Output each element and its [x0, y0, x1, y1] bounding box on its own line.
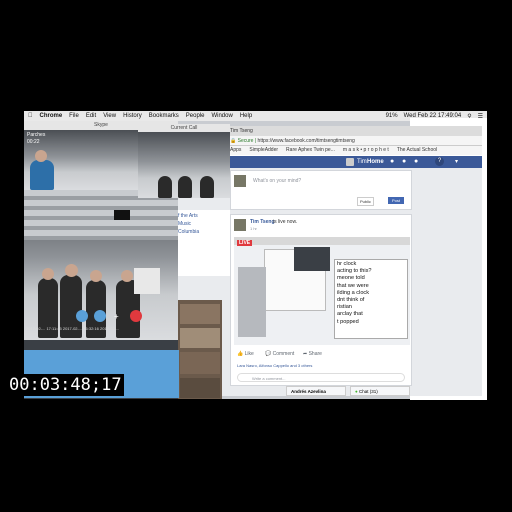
text-overlay: hr clock acting to this? meone told that…	[334, 259, 408, 339]
group-call-title: Current Call	[138, 124, 230, 132]
video-toggle-icon[interactable]	[76, 310, 88, 322]
help-icon[interactable]: ?	[435, 157, 444, 166]
post-time[interactable]: 1 hr	[250, 226, 257, 231]
caller-name: Parches	[27, 132, 46, 138]
bookmark-item[interactable]: Rare Aphex Twin pe...	[286, 146, 335, 155]
video-toolbar	[234, 237, 410, 245]
menu-history[interactable]: History	[123, 113, 142, 119]
menu-app-name[interactable]: Chrome	[40, 113, 63, 119]
nav-home[interactable]: Home	[367, 159, 384, 165]
post-status: is live now.	[273, 219, 298, 225]
post-button[interactable]: Post	[388, 197, 405, 204]
avatar[interactable]	[346, 158, 354, 166]
overlay-line: arclay that	[337, 311, 363, 318]
whiteboard	[134, 268, 160, 294]
post-author[interactable]: Tim Tseng	[250, 219, 275, 225]
chevron-down-icon[interactable]: ▾	[455, 158, 458, 165]
menu-window[interactable]: Window	[211, 113, 232, 119]
overlay-line: meone told	[337, 275, 365, 282]
overlay-line: hr clock	[337, 261, 357, 267]
chat-button[interactable]: ● Chat (31)	[350, 386, 410, 396]
overlay-line: dnt think of	[337, 297, 365, 304]
live-badge: LIVE	[237, 240, 253, 246]
overlay-line: t popped	[337, 318, 359, 325]
video-timecode: 00:03:48;17	[7, 374, 124, 396]
nav-profile-name[interactable]: Tim	[357, 159, 367, 165]
group-call-panel: Current Call	[138, 124, 230, 198]
menu-people[interactable]: People	[186, 113, 205, 119]
overlay-line: acting to this?	[337, 268, 372, 275]
projector	[114, 210, 130, 220]
photo-thumbnail[interactable]	[180, 304, 220, 324]
like-button[interactable]: 👍 Like	[237, 351, 254, 357]
reactions-summary[interactable]: Lara Nasro, Alfonso Cappello and 3 other…	[237, 363, 312, 368]
news-feed: What's on your mind? Public Post Tim Tse…	[178, 168, 482, 396]
photo-thumbnail[interactable]	[180, 328, 220, 348]
share-label: Share	[308, 351, 322, 357]
avatar	[234, 175, 246, 187]
overlay-line: ristian	[337, 304, 352, 311]
overlay-line: that we were	[337, 282, 369, 289]
avatar	[234, 219, 246, 231]
mic-icon[interactable]	[94, 310, 106, 322]
menu-bookmarks[interactable]: Bookmarks	[149, 113, 179, 119]
status-composer: What's on your mind? Public Post	[230, 170, 412, 210]
apple-icon[interactable]: 	[28, 113, 33, 119]
sidebar-link[interactable]: Columbia	[178, 228, 230, 236]
bookmark-item[interactable]: SimpleAdder	[249, 146, 278, 155]
bookmark-item[interactable]: m a s k • p r o p h e t	[343, 146, 389, 155]
lock-icon: 🔒	[230, 138, 237, 144]
group-call-video	[138, 132, 230, 198]
share-button[interactable]: ➦ Share	[303, 351, 322, 357]
menu-file[interactable]: File	[69, 113, 79, 119]
tab-facebook[interactable]: Tim Tseng	[230, 128, 253, 134]
menu-view[interactable]: View	[103, 113, 116, 119]
video-thumbnail	[294, 247, 330, 271]
sidebar-link[interactable]: f the Arts	[178, 212, 230, 220]
messages-icon[interactable]: ●	[402, 158, 406, 165]
bookmark-item[interactable]: Apps	[230, 146, 241, 155]
live-video[interactable]: hr clock acting to this? meone told that…	[234, 237, 410, 345]
photo-thumbnail[interactable]	[180, 352, 220, 374]
call-duration: 00:22	[27, 139, 40, 145]
chat-label: Chat (31)	[358, 389, 378, 394]
sidebar-panel	[238, 267, 266, 337]
friends-icon[interactable]: ●	[390, 158, 394, 165]
battery-indicator[interactable]: 91%	[386, 113, 398, 120]
chat-contact-tab[interactable]: Andrés Azevlina	[286, 386, 346, 396]
overlay-line: ilding a clock	[337, 289, 370, 296]
menu-edit[interactable]: Edit	[86, 113, 96, 119]
like-label: Like	[244, 351, 254, 357]
add-icon[interactable]: +	[114, 312, 119, 321]
composer-input[interactable]: What's on your mind?	[253, 178, 301, 184]
sidebar-links: f the Arts Music Columbia	[178, 210, 230, 276]
sidebar-link[interactable]: Music	[178, 220, 230, 228]
secure-label: Secure	[237, 138, 254, 144]
photo-thumbnail[interactable]	[180, 378, 220, 398]
comment-input[interactable]: Write a comment...	[237, 373, 405, 382]
photo-gallery	[178, 300, 222, 399]
recording-timestamps: 2017-02-... 17:11:45 2017-02-... 16:32:1…	[26, 326, 120, 331]
comment-label: Comment	[272, 351, 295, 357]
menu-help[interactable]: Help	[240, 113, 252, 119]
online-dot-icon: ●	[355, 389, 358, 394]
bookmark-item[interactable]: The Actual School	[397, 146, 437, 155]
privacy-selector[interactable]: Public	[357, 197, 374, 206]
comment-button[interactable]: 💬 Comment	[265, 351, 294, 357]
notifications-icon[interactable]: ●	[414, 158, 418, 165]
url-text: https://www.facebook.com/timtsengtimtsen…	[257, 138, 355, 144]
end-call-icon[interactable]	[130, 310, 142, 322]
live-post: Tim Tseng is live now. 1 hr hr clock act…	[230, 214, 412, 386]
facebook-nav: Tim Home ● ● ● ? ▾	[230, 156, 482, 168]
